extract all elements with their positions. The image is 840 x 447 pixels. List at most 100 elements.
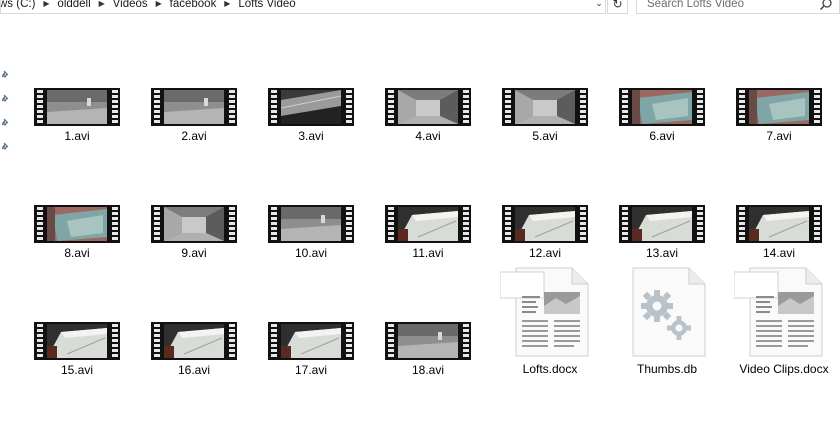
sprocket-holes: [385, 90, 396, 124]
file-item-video[interactable]: 4.avi: [385, 88, 485, 156]
sprocket-holes: [619, 207, 630, 241]
sprocket-holes: [811, 207, 822, 241]
file-item-video-clips-docx[interactable]: Video Clips.docx: [734, 266, 840, 376]
film-strip-icon: [502, 205, 588, 243]
file-item-video[interactable]: 14.avi: [736, 205, 836, 273]
video-thumbnail: [34, 322, 120, 360]
navigation-bar: ws (C:) ▶ olddell ▶ Videos ▶ facebook ▶ Lofts Vi…: [0, 0, 840, 14]
chevron-right-icon[interactable]: ▶: [35, 0, 57, 12]
video-frame-preview: [398, 207, 458, 241]
pin-icon[interactable]: [0, 142, 9, 151]
file-item-video[interactable]: 16.avi: [151, 322, 251, 390]
file-name: 16.avi: [177, 363, 211, 377]
file-item-video[interactable]: 1.avi: [34, 88, 134, 156]
film-strip-icon: [34, 322, 120, 360]
file-item-video[interactable]: 12.avi: [502, 205, 602, 273]
sprocket-holes: [811, 90, 822, 124]
file-item-video[interactable]: 2.avi: [151, 88, 251, 156]
file-item-video[interactable]: 3.avi: [268, 88, 368, 156]
file-name: 5.avi: [532, 129, 558, 143]
video-frame-preview: [281, 207, 341, 241]
film-strip-icon: [151, 205, 237, 243]
word-document-icon: [500, 267, 589, 357]
file-item-video[interactable]: 8.avi: [34, 205, 134, 273]
video-thumbnail: [385, 322, 471, 360]
file-item-video[interactable]: 7.avi: [736, 88, 836, 156]
film-strip-icon: [34, 88, 120, 126]
sprocket-holes: [151, 324, 162, 358]
sprocket-holes: [226, 90, 237, 124]
film-strip-icon: [151, 322, 237, 360]
refresh-button[interactable]: ↻: [607, 0, 628, 14]
sprocket-holes: [577, 90, 588, 124]
video-thumbnail: [268, 88, 354, 126]
search-icon[interactable]: [819, 0, 833, 11]
file-name: 15.avi: [60, 363, 94, 377]
pin-icon[interactable]: [0, 118, 9, 127]
film-strip-icon: [268, 88, 354, 126]
video-frame-preview: [164, 207, 224, 241]
sprocket-holes: [226, 324, 237, 358]
chevron-right-icon[interactable]: ▶: [148, 0, 170, 12]
file-item-video[interactable]: 15.avi: [34, 322, 134, 390]
video-frame-preview: [47, 324, 107, 358]
video-thumbnail: [151, 322, 237, 360]
file-name: 17.avi: [294, 363, 328, 377]
chevron-down-icon[interactable]: ⌄: [591, 0, 605, 10]
sprocket-holes: [268, 207, 279, 241]
file-item-lofts-docx[interactable]: Lofts.docx: [500, 266, 620, 376]
breadcrumb-olddell[interactable]: olddell: [57, 0, 90, 12]
video-thumbnail: [736, 88, 822, 126]
breadcrumb-videos[interactable]: Videos: [113, 0, 148, 12]
word-document-icon: [734, 267, 823, 357]
file-name: 18.avi: [411, 363, 445, 377]
file-name: 6.avi: [649, 129, 675, 143]
video-frame-preview: [749, 207, 809, 241]
file-name: Lofts.docx: [522, 362, 578, 376]
sprocket-holes: [502, 90, 513, 124]
pin-icon[interactable]: [0, 70, 9, 79]
file-item-video[interactable]: 18.avi: [385, 322, 485, 390]
film-strip-icon: [34, 205, 120, 243]
video-frame-preview: [515, 207, 575, 241]
sprocket-holes: [109, 324, 120, 358]
video-frame-preview: [398, 324, 458, 358]
video-thumbnail: [34, 205, 120, 243]
file-item-video[interactable]: 13.avi: [619, 205, 719, 273]
file-item-video[interactable]: 5.avi: [502, 88, 602, 156]
video-thumbnail: [385, 205, 471, 243]
file-item-thumbs-db[interactable]: Thumbs.db: [617, 266, 737, 376]
film-strip-icon: [619, 88, 705, 126]
file-item-video[interactable]: 9.avi: [151, 205, 251, 273]
sprocket-holes: [151, 90, 162, 124]
file-name: 1.avi: [64, 129, 90, 143]
sprocket-holes: [619, 90, 630, 124]
video-thumbnail: [34, 88, 120, 126]
file-item-video[interactable]: 11.avi: [385, 205, 485, 273]
sprocket-holes: [694, 90, 705, 124]
refresh-icon: ↻: [612, 0, 623, 11]
pin-icon[interactable]: [0, 94, 9, 103]
chevron-right-icon[interactable]: ▶: [216, 0, 238, 12]
breadcrumb-facebook[interactable]: facebook: [170, 0, 217, 12]
file-name: 9.avi: [181, 246, 207, 260]
video-thumbnail: [268, 322, 354, 360]
file-name: 11.avi: [412, 246, 444, 260]
file-item-video[interactable]: 10.avi: [268, 205, 368, 273]
file-item-video[interactable]: 6.avi: [619, 88, 719, 156]
search-box[interactable]: [636, 0, 840, 14]
video-frame-preview: [515, 90, 575, 124]
video-frame-preview: [47, 207, 107, 241]
breadcrumb-drive[interactable]: ws (C:): [1, 0, 35, 12]
sprocket-holes: [343, 324, 354, 358]
search-input[interactable]: [637, 0, 817, 12]
sprocket-holes: [460, 207, 471, 241]
video-thumbnail: [502, 88, 588, 126]
film-strip-icon: [619, 205, 705, 243]
address-bar[interactable]: ws (C:) ▶ olddell ▶ Videos ▶ facebook ▶ Lofts Vi…: [0, 0, 606, 14]
file-item-video[interactable]: 17.avi: [268, 322, 368, 390]
breadcrumb-lofts-video[interactable]: Lofts Video: [238, 0, 295, 12]
sprocket-holes: [34, 90, 45, 124]
chevron-right-icon[interactable]: ▶: [91, 0, 113, 12]
sprocket-holes: [109, 90, 120, 124]
